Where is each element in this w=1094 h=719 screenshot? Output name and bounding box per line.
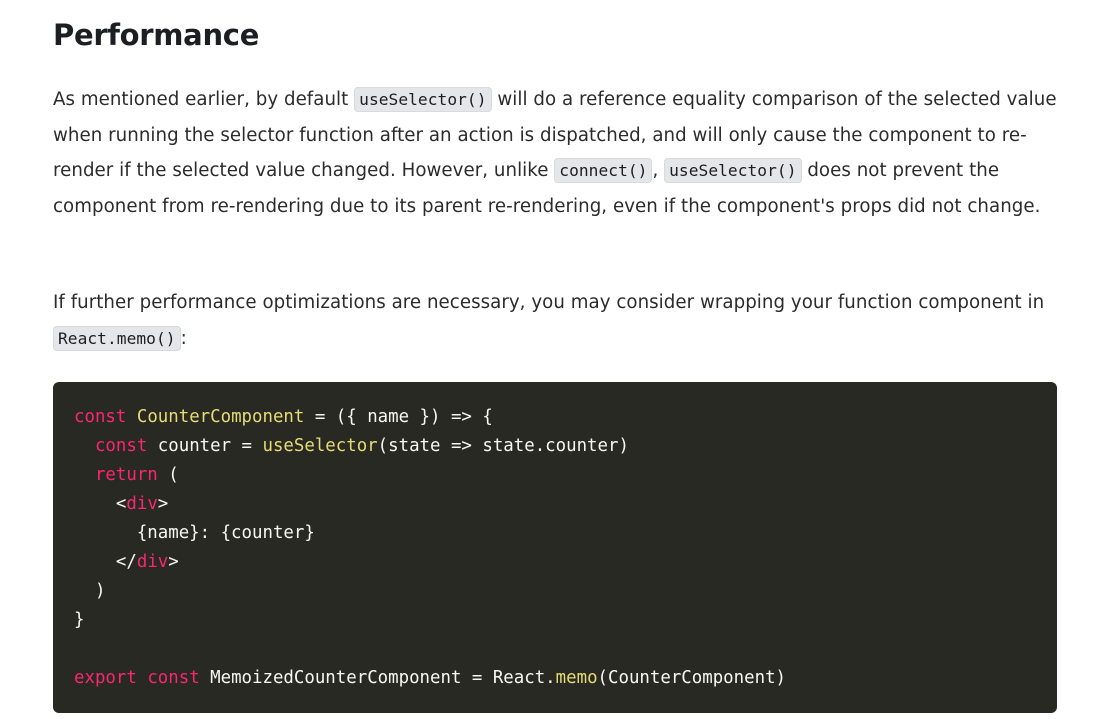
paragraph-text: As mentioned earlier, by default — [53, 89, 355, 110]
code-text: ( — [157, 465, 179, 485]
code-punct: > — [168, 552, 179, 572]
code-keyword: export — [74, 668, 137, 688]
code-function-name: CounterComponent — [136, 407, 305, 427]
code-text: (state => state.counter) — [377, 436, 629, 456]
code-text: } — [74, 610, 85, 630]
code-text: (CounterComponent) — [597, 668, 787, 688]
code-punct: > — [157, 494, 169, 514]
code-tag: div — [126, 494, 158, 514]
code-punct: </ — [115, 552, 137, 572]
code-tag: div — [136, 552, 169, 572]
inline-code-connect: connect() — [554, 158, 653, 183]
code-keyword: const — [147, 668, 200, 688]
paragraph-text: If further performance optimizations are… — [53, 292, 1045, 313]
code-punct: < — [115, 494, 127, 514]
code-keyword: const — [94, 436, 148, 456]
code-text: counter = — [147, 436, 263, 456]
code-content[interactable]: const CounterComponent = ({ name }) => {… — [74, 403, 1057, 693]
inline-code-react-memo: React.memo() — [53, 325, 181, 351]
paragraph-text: : — [180, 327, 187, 349]
paragraph-memo: If further performance optimizations are… — [53, 285, 1057, 356]
paragraph-text: , — [652, 160, 665, 181]
code-function-name: memo — [555, 668, 598, 688]
inline-code-useselector: useSelector() — [354, 87, 492, 112]
code-text: {name}: {counter} — [136, 523, 315, 543]
paragraph-performance: As mentioned earlier, by default useSele… — [53, 82, 1057, 224]
code-keyword: return — [94, 465, 158, 485]
section-heading: Performance — [53, 18, 260, 52]
inline-code-useselector: useSelector() — [664, 158, 802, 183]
code-block[interactable]: const CounterComponent = ({ name }) => {… — [53, 382, 1057, 713]
code-text: = ({ name }) => { — [304, 407, 493, 427]
code-text: ) — [94, 581, 106, 601]
code-text: MemoizedCounterComponent = React. — [199, 668, 556, 688]
code-function-name: useSelector — [262, 436, 378, 456]
code-keyword: const — [74, 407, 127, 427]
